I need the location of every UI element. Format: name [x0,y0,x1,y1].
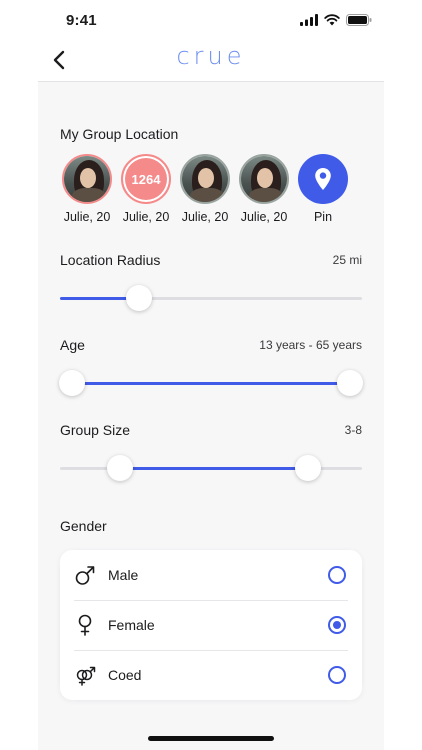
member-label: Pin [313,210,333,224]
age-title: Age [60,337,85,353]
gender-label: Male [108,567,139,583]
status-time: 9:41 [66,12,97,29]
age-range-slider[interactable] [59,369,363,397]
group-size-value: 3-8 [344,423,362,437]
member-item[interactable]: 1264 Julie, 20 [119,154,173,224]
pin-item[interactable]: Pin [296,154,350,224]
member-item[interactable]: Julie, 20 [237,154,291,224]
slider-fill [120,467,308,470]
member-label: Julie, 20 [63,210,111,224]
member-label: Julie, 20 [240,210,288,224]
group-size-title: Group Size [60,422,131,438]
member-avatar [62,154,112,204]
gender-radio-male[interactable] [328,566,346,584]
slider-thumb[interactable] [125,285,152,311]
pin-button[interactable] [298,154,348,204]
female-icon [78,614,92,636]
gender-title: Gender [60,518,107,534]
member-count: 1264 [131,171,161,187]
member-label: Julie, 20 [181,210,229,224]
gender-option-male[interactable]: Male [60,550,362,600]
member-count-badge: 1264 [121,154,171,204]
location-radius-value: 25 mi [332,253,362,267]
app-header: crue [38,40,384,82]
gender-radio-coed[interactable] [328,666,346,684]
home-indicator [148,736,274,741]
location-pin-icon [315,168,331,190]
age-value: 13 years - 65 years [259,338,362,352]
slider-thumb-max[interactable] [336,370,363,396]
app-logo: crue [176,42,246,70]
member-avatar [180,154,230,204]
member-item[interactable]: Julie, 20 [60,154,114,224]
member-label: Julie, 20 [122,210,170,224]
gender-options: Male Female Coed [60,550,362,700]
settings-content: My Group Location Julie, 20 1264 Julie, … [38,82,384,750]
battery-icon [346,14,372,26]
slider-thumb-min[interactable] [59,370,86,396]
wifi-icon [324,14,340,26]
member-avatar [239,154,289,204]
status-icons [300,14,372,26]
slider-fill [72,382,350,385]
gender-option-female[interactable]: Female [60,600,362,650]
slider-thumb-max[interactable] [294,455,321,481]
settings-screen: 9:41 crue My Group Location Julie, 20 12… [0,0,422,750]
male-icon [75,566,95,585]
gender-option-coed[interactable]: Coed [60,650,362,700]
gender-label: Female [108,617,155,633]
member-item[interactable]: Julie, 20 [178,154,232,224]
group-members: Julie, 20 1264 Julie, 20 Julie, 20 Julie… [60,154,362,234]
slider-thumb-min[interactable] [107,455,134,481]
location-radius-title: Location Radius [60,252,161,268]
status-bar: 9:41 [0,0,422,44]
coed-icon [76,666,96,686]
location-radius-slider[interactable] [60,284,362,312]
gender-radio-female[interactable] [328,616,346,634]
group-size-slider[interactable] [60,454,362,482]
signal-icon [300,14,318,26]
gender-label: Coed [108,667,142,683]
group-location-title: My Group Location [60,126,179,142]
